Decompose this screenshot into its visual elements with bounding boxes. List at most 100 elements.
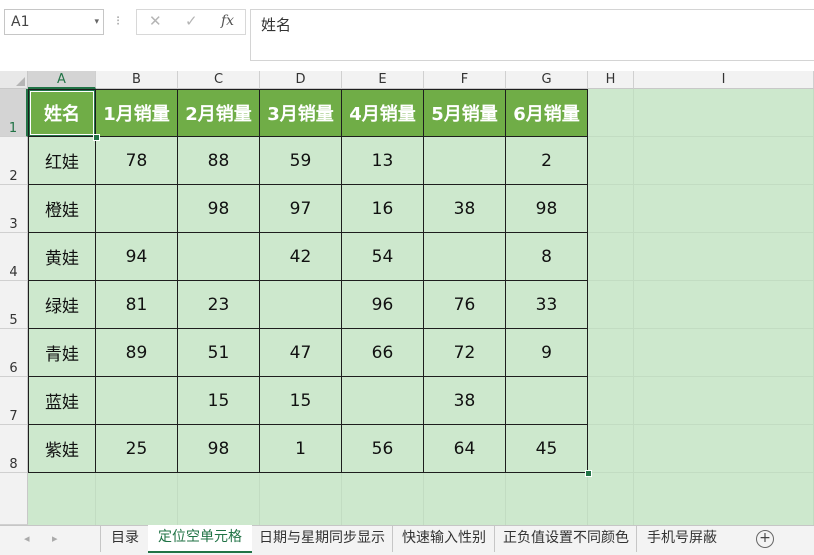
name-cell[interactable]: 绿娃 xyxy=(28,281,96,329)
header-cell[interactable]: 4月销量 xyxy=(342,89,424,137)
name-cell[interactable]: 紫娃 xyxy=(28,425,96,473)
sheet-tab-0[interactable]: 目录 xyxy=(100,526,149,552)
row-number: 6 xyxy=(9,361,18,376)
value-cell[interactable] xyxy=(424,137,506,185)
value-cell[interactable]: 9 xyxy=(506,329,588,377)
value-cell[interactable]: 64 xyxy=(424,425,506,473)
sheet-tab-3[interactable]: 快速输入性别 xyxy=(392,526,495,552)
header-cell[interactable]: 2月销量 xyxy=(178,89,260,137)
name-box[interactable]: A1 ▾ xyxy=(4,9,104,35)
column-header-e[interactable]: E xyxy=(342,71,424,89)
value-cell[interactable]: 15 xyxy=(178,377,260,425)
prev-sheet-icon[interactable]: ◂ xyxy=(24,532,30,545)
chevron-down-icon[interactable]: ▾ xyxy=(94,10,99,34)
sheet-tab-5[interactable]: 手机号屏蔽 xyxy=(636,526,727,552)
row-number: 5 xyxy=(9,313,18,328)
row-number: 7 xyxy=(9,409,18,424)
next-sheet-icon[interactable]: ▸ xyxy=(52,532,58,545)
value-cell[interactable]: 98 xyxy=(506,185,588,233)
name-cell[interactable]: 橙娃 xyxy=(28,185,96,233)
value-cell[interactable]: 8 xyxy=(506,233,588,281)
value-cell[interactable]: 45 xyxy=(506,425,588,473)
value-cell[interactable]: 94 xyxy=(96,233,178,281)
sheet-tab-2[interactable]: 日期与星期同步显示 xyxy=(252,526,392,552)
insert-function-icon[interactable]: fx xyxy=(221,13,234,29)
value-cell[interactable] xyxy=(260,281,342,329)
name-cell[interactable]: 蓝娃 xyxy=(28,377,96,425)
column-header-b[interactable]: B xyxy=(96,71,178,89)
sheet-tab-4[interactable]: 正负值设置不同颜色 xyxy=(494,526,637,552)
value-cell[interactable] xyxy=(424,233,506,281)
value-cell[interactable]: 97 xyxy=(260,185,342,233)
worksheet-grid[interactable]: 姓名 1月销量 2月销量 3月销量 4月销量 5月销量 6月销量 红娃 78 88 59 13 2 橙娃 9… xyxy=(28,89,814,525)
row-header-7[interactable]: 7 xyxy=(0,377,28,425)
select-all-corner[interactable] xyxy=(0,71,28,89)
enter-icon[interactable]: ✓ xyxy=(185,12,198,30)
sheet-tab-1[interactable]: 定位空单元格 xyxy=(148,525,252,553)
name-cell[interactable]: 青娃 xyxy=(28,329,96,377)
row-header-8[interactable]: 8 xyxy=(0,425,28,473)
value-cell[interactable] xyxy=(96,377,178,425)
row-number: 8 xyxy=(9,457,18,472)
column-header-h[interactable]: H xyxy=(588,71,634,89)
row-header-6[interactable]: 6 xyxy=(0,329,28,377)
value-cell[interactable]: 47 xyxy=(260,329,342,377)
cancel-icon[interactable]: ✕ xyxy=(149,12,162,30)
select-all-icon xyxy=(16,77,25,86)
column-header-g[interactable]: G xyxy=(506,71,588,89)
column-header-i[interactable]: I xyxy=(634,71,814,89)
value-cell[interactable] xyxy=(506,377,588,425)
value-cell[interactable] xyxy=(96,185,178,233)
column-header-a[interactable]: A xyxy=(28,71,96,89)
value-cell[interactable]: 42 xyxy=(260,233,342,281)
value-cell[interactable]: 38 xyxy=(424,185,506,233)
value-cell[interactable]: 88 xyxy=(178,137,260,185)
value-cell[interactable]: 98 xyxy=(178,185,260,233)
formula-input[interactable]: 姓名 xyxy=(250,9,814,61)
row-header-3[interactable]: 3 xyxy=(0,185,28,233)
value-cell[interactable]: 33 xyxy=(506,281,588,329)
value-cell[interactable]: 59 xyxy=(260,137,342,185)
value-cell[interactable]: 76 xyxy=(424,281,506,329)
range-corner-handle[interactable] xyxy=(585,470,592,477)
value-cell[interactable]: 96 xyxy=(342,281,424,329)
value-cell[interactable]: 23 xyxy=(178,281,260,329)
row-header-empty[interactable] xyxy=(0,473,28,525)
value-cell[interactable]: 15 xyxy=(260,377,342,425)
value-cell[interactable]: 25 xyxy=(96,425,178,473)
value-cell[interactable]: 51 xyxy=(178,329,260,377)
value-cell[interactable]: 54 xyxy=(342,233,424,281)
fill-handle-active[interactable] xyxy=(93,134,100,141)
row-header-2[interactable]: 2 xyxy=(0,137,28,185)
name-cell[interactable]: 红娃 xyxy=(28,137,96,185)
row-header-1[interactable]: 1 xyxy=(0,89,28,137)
header-cell[interactable]: 5月销量 xyxy=(424,89,506,137)
add-sheet-icon[interactable]: + xyxy=(756,530,774,548)
value-cell[interactable]: 16 xyxy=(342,185,424,233)
value-cell[interactable]: 72 xyxy=(424,329,506,377)
header-cell[interactable]: 姓名 xyxy=(28,89,96,137)
value-cell[interactable]: 38 xyxy=(424,377,506,425)
value-cell[interactable]: 89 xyxy=(96,329,178,377)
header-cell[interactable]: 1月销量 xyxy=(96,89,178,137)
value-cell[interactable]: 56 xyxy=(342,425,424,473)
value-cell[interactable]: 2 xyxy=(506,137,588,185)
row-header-5[interactable]: 5 xyxy=(0,281,28,329)
value-cell[interactable] xyxy=(342,377,424,425)
name-cell[interactable]: 黄娃 xyxy=(28,233,96,281)
column-header-f[interactable]: F xyxy=(424,71,506,89)
row-header-4[interactable]: 4 xyxy=(0,233,28,281)
value-cell[interactable]: 98 xyxy=(178,425,260,473)
value-cell[interactable]: 78 xyxy=(96,137,178,185)
value-cell[interactable]: 81 xyxy=(96,281,178,329)
value-cell[interactable]: 66 xyxy=(342,329,424,377)
more-options-icon[interactable]: ⁝ xyxy=(116,12,120,32)
name-box-value: A1 xyxy=(11,14,30,30)
value-cell[interactable]: 1 xyxy=(260,425,342,473)
column-header-c[interactable]: C xyxy=(178,71,260,89)
header-cell[interactable]: 6月销量 xyxy=(506,89,588,137)
column-header-d[interactable]: D xyxy=(260,71,342,89)
value-cell[interactable]: 13 xyxy=(342,137,424,185)
value-cell[interactable] xyxy=(178,233,260,281)
header-cell[interactable]: 3月销量 xyxy=(260,89,342,137)
